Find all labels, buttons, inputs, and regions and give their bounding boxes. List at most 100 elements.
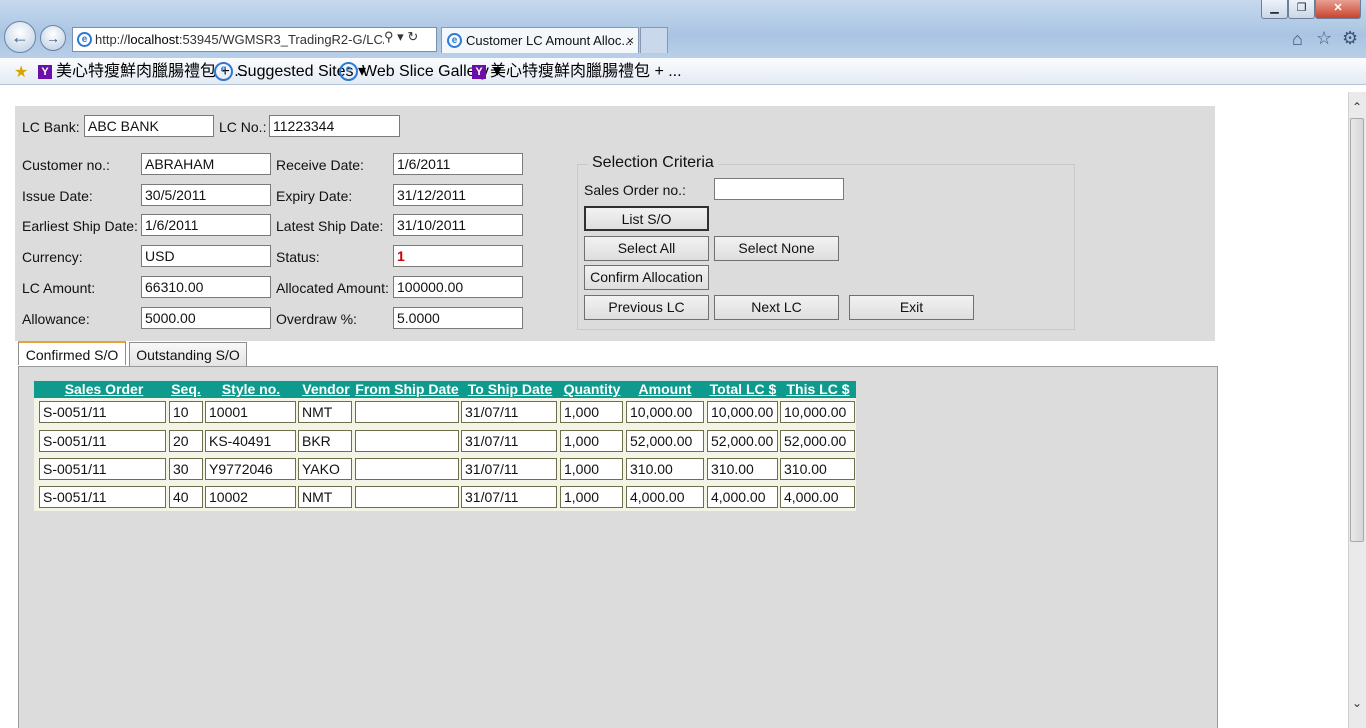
next-lc-button[interactable]: Next LC	[714, 295, 839, 320]
cell-sales-order[interactable]: S-0051/11	[39, 430, 166, 452]
cell-this-lc[interactable]: 4,000.00	[780, 486, 855, 508]
cell-quantity[interactable]: 1,000	[560, 401, 623, 423]
cell-to-ship-date[interactable]: 31/07/11	[461, 458, 557, 480]
cell-to-ship-date[interactable]: 31/07/11	[461, 430, 557, 452]
tab-close-icon[interactable]: ×	[626, 28, 634, 54]
cell-sales-order[interactable]: S-0051/11	[39, 486, 166, 508]
cell-to-ship-date[interactable]: 31/07/11	[461, 401, 557, 423]
yahoo-icon: Y	[38, 64, 52, 79]
cell-from-ship-date[interactable]	[355, 486, 459, 508]
tab-outstanding-so[interactable]: Outstanding S/O	[129, 342, 247, 366]
grid-header-sales-order[interactable]: Sales Order	[34, 381, 174, 398]
grid-header-style-no[interactable]: Style no.	[204, 381, 298, 398]
cell-quantity[interactable]: 1,000	[560, 430, 623, 452]
cell-total-lc[interactable]: 4,000.00	[707, 486, 778, 508]
scrollbar-thumb[interactable]	[1350, 118, 1364, 542]
cell-total-lc[interactable]: 310.00	[707, 458, 778, 480]
scroll-down-icon[interactable]: ⌄	[1348, 692, 1366, 714]
cell-seq[interactable]: 40	[169, 486, 203, 508]
receive-date-input[interactable]: 1/6/2011	[393, 153, 523, 175]
customer-no-input[interactable]: ABRAHAM	[141, 153, 271, 175]
cell-total-lc[interactable]: 10,000.00	[707, 401, 778, 423]
cell-seq[interactable]: 10	[169, 401, 203, 423]
browser-tab-active[interactable]: Customer LC Amount Alloc... ×	[441, 27, 639, 53]
earliest-ship-date-input[interactable]: 1/6/2011	[141, 214, 271, 236]
allocated-amount-input[interactable]: 100000.00	[393, 276, 523, 298]
favorites-star-icon[interactable]: ☆	[1316, 28, 1332, 49]
cell-total-lc[interactable]: 52,000.00	[707, 430, 778, 452]
previous-lc-button[interactable]: Previous LC	[584, 295, 709, 320]
exit-button[interactable]: Exit	[849, 295, 974, 320]
currency-input[interactable]: USD	[141, 245, 271, 267]
cell-vendor[interactable]: YAKO	[298, 458, 352, 480]
favorite-link-2[interactable]: Y 美心特瘦鮮肉臘腸禮包 + ...	[472, 62, 682, 82]
sales-order-no-input[interactable]	[714, 178, 844, 200]
cell-style-no[interactable]: KS-40491	[205, 430, 296, 452]
latest-ship-date-input[interactable]: 31/10/2011	[393, 214, 523, 236]
back-button[interactable]: ←	[4, 21, 36, 53]
cell-from-ship-date[interactable]	[355, 430, 459, 452]
cell-amount[interactable]: 310.00	[626, 458, 704, 480]
cell-vendor[interactable]: NMT	[298, 486, 352, 508]
cell-style-no[interactable]: 10001	[205, 401, 296, 423]
address-bar[interactable]: http://localhost:53945/WGMSR3_TradingR2-…	[72, 27, 437, 52]
dropdown-icon[interactable]: ▾	[397, 29, 404, 44]
allowance-input[interactable]: 5000.00	[141, 307, 271, 329]
cell-quantity[interactable]: 1,000	[560, 458, 623, 480]
cell-style-no[interactable]: 10002	[205, 486, 296, 508]
refresh-icon[interactable]: ↻	[407, 29, 418, 44]
list-so-button[interactable]: List S/O	[584, 206, 709, 231]
cell-style-no[interactable]: Y9772046	[205, 458, 296, 480]
forward-button[interactable]: →	[40, 25, 66, 51]
confirm-allocation-button[interactable]: Confirm Allocation	[584, 265, 709, 290]
search-icon[interactable]: ⚲	[384, 29, 394, 44]
grid-header-quantity[interactable]: Quantity	[560, 381, 624, 398]
grid-header-this-lc[interactable]: This LC $	[780, 381, 856, 398]
tab-confirmed-so[interactable]: Confirmed S/O	[18, 341, 126, 365]
cell-from-ship-date[interactable]	[355, 458, 459, 480]
minimize-button[interactable]: ▁	[1261, 0, 1288, 19]
sales-order-no-label: Sales Order no.:	[584, 182, 686, 198]
overdraw-label: Overdraw %:	[276, 311, 357, 327]
cell-sales-order[interactable]: S-0051/11	[39, 458, 166, 480]
grid-header-amount[interactable]: Amount	[624, 381, 706, 398]
grid-header-from-ship-date[interactable]: From Ship Date	[354, 381, 460, 398]
grid-header-total-lc[interactable]: Total LC $	[706, 381, 780, 398]
cell-to-ship-date[interactable]: 31/07/11	[461, 486, 557, 508]
new-tab-button[interactable]	[640, 27, 668, 53]
window-close-button[interactable]: ✕	[1315, 0, 1361, 19]
expiry-date-input[interactable]: 31/12/2011	[393, 184, 523, 206]
favorites-star-icon-bar[interactable]: ★	[14, 62, 28, 82]
cell-this-lc[interactable]: 310.00	[780, 458, 855, 480]
scroll-up-icon[interactable]: ⌃	[1348, 96, 1366, 118]
lc-bank-input[interactable]: ABC BANK	[84, 115, 214, 137]
grid-header-seq[interactable]: Seq.	[168, 381, 204, 398]
cell-amount[interactable]: 4,000.00	[626, 486, 704, 508]
cell-vendor[interactable]: BKR	[298, 430, 352, 452]
cell-amount[interactable]: 10,000.00	[626, 401, 704, 423]
gear-icon[interactable]: ⚙	[1342, 28, 1358, 49]
cell-from-ship-date[interactable]	[355, 401, 459, 423]
cell-this-lc[interactable]: 10,000.00	[780, 401, 855, 423]
grid-header-to-ship-date[interactable]: To Ship Date	[460, 381, 560, 398]
status-input[interactable]: 1	[393, 245, 523, 267]
overdraw-input[interactable]: 5.0000	[393, 307, 523, 329]
select-none-button[interactable]: Select None	[714, 236, 839, 261]
select-all-button[interactable]: Select All	[584, 236, 709, 261]
home-icon[interactable]: ⌂	[1292, 29, 1303, 50]
earliest-ship-date-label: Earliest Ship Date:	[22, 218, 138, 234]
grid-header-vendor[interactable]: Vendor	[298, 381, 354, 398]
issue-date-input[interactable]: 30/5/2011	[141, 184, 271, 206]
cell-amount[interactable]: 52,000.00	[626, 430, 704, 452]
cell-this-lc[interactable]: 52,000.00	[780, 430, 855, 452]
cell-seq[interactable]: 30	[169, 458, 203, 480]
lc-amount-input[interactable]: 66310.00	[141, 276, 271, 298]
cell-vendor[interactable]: NMT	[298, 401, 352, 423]
cell-quantity[interactable]: 1,000	[560, 486, 623, 508]
maximize-button[interactable]: ❐	[1288, 0, 1315, 19]
cell-seq[interactable]: 20	[169, 430, 203, 452]
ie-tab-icon: e	[447, 33, 462, 48]
lc-no-input[interactable]: 11223344	[269, 115, 400, 137]
ie-page-icon: e	[77, 32, 92, 47]
cell-sales-order[interactable]: S-0051/11	[39, 401, 166, 423]
